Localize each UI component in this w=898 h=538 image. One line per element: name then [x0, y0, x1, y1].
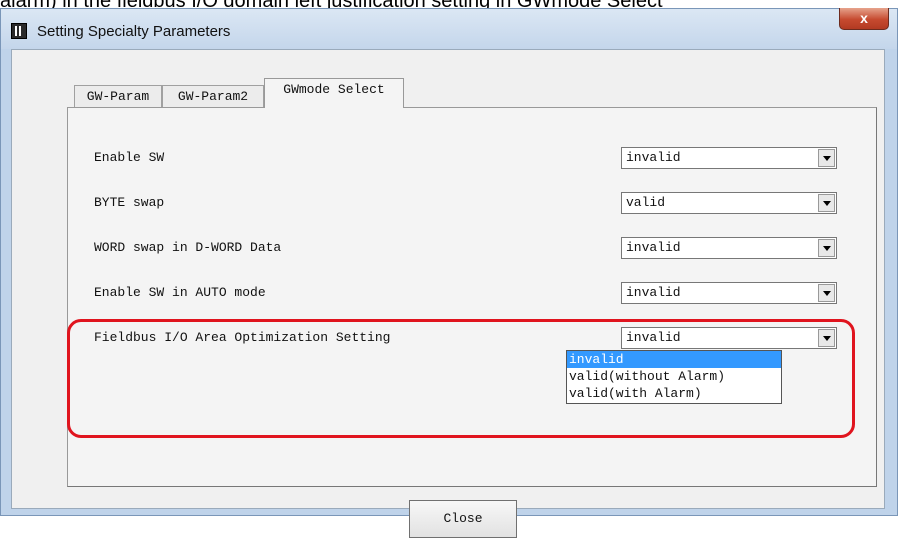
word-swap-select[interactable]: invalid	[621, 237, 837, 259]
highlight-annotation	[67, 319, 855, 438]
enable-sw-auto-select[interactable]: invalid	[621, 282, 837, 304]
word-swap-value: invalid	[626, 240, 681, 255]
enable-sw-select[interactable]: invalid	[621, 147, 837, 169]
setting-label-enable-sw-auto: Enable SW in AUTO mode	[94, 285, 266, 300]
chevron-down-icon[interactable]	[818, 239, 835, 257]
window-title: Setting Specialty Parameters	[37, 23, 231, 40]
setting-label-enable-sw: Enable SW	[94, 150, 165, 165]
enable-sw-auto-value: invalid	[626, 285, 681, 300]
app-icon	[11, 23, 27, 39]
enable-sw-value: invalid	[626, 150, 681, 165]
chevron-down-icon[interactable]	[818, 194, 835, 212]
window-close-button[interactable]: x	[839, 8, 889, 30]
setting-label-byte-swap: BYTE swap	[94, 195, 165, 210]
chevron-down-icon[interactable]	[818, 284, 835, 302]
setting-label-word-swap: WORD swap in D-WORD Data	[94, 240, 282, 255]
tab-gw-param2[interactable]: GW-Param2	[162, 85, 264, 107]
chevron-down-icon[interactable]	[818, 149, 835, 167]
title-bar[interactable]: Setting Specialty Parameters x	[1, 8, 897, 49]
byte-swap-select[interactable]: valid	[621, 192, 837, 214]
dialog-window: Setting Specialty Parameters x GW-Param …	[0, 8, 898, 538]
dialog-client-area: GW-Param GW-Param2 GWmode Select Enable …	[11, 49, 885, 538]
tab-gwmode-select[interactable]: GWmode Select	[264, 78, 404, 108]
close-button[interactable]: Close	[409, 500, 517, 538]
byte-swap-value: valid	[626, 195, 666, 210]
tab-gw-param[interactable]: GW-Param	[74, 85, 162, 107]
